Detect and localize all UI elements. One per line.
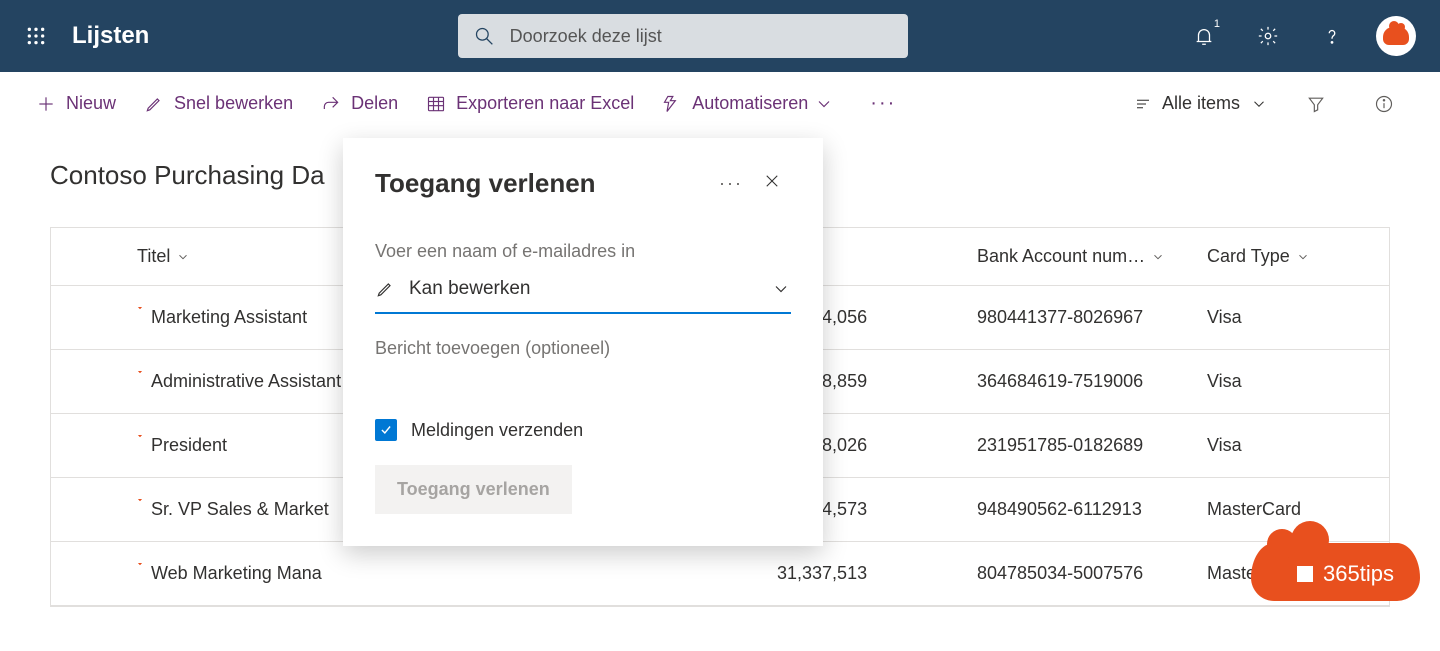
pencil-icon	[375, 279, 395, 299]
watermark-text: 365tips	[1323, 561, 1394, 587]
cell-ssn: 31,337,513	[761, 563, 961, 584]
view-selector[interactable]: Alle items	[1134, 93, 1268, 114]
new-button[interactable]: Nieuw	[36, 93, 116, 114]
close-icon	[763, 172, 781, 190]
cell-bank: 980441377-8026967	[961, 307, 1191, 328]
grant-access-dialog: Toegang verlenen ··· Voer een naam of e-…	[343, 138, 823, 546]
cell-bank: 948490562-6112913	[961, 499, 1191, 520]
notifications-button[interactable]: 1	[1176, 8, 1232, 64]
plus-icon	[36, 94, 56, 114]
cell-title: Marketing Assistant	[137, 307, 307, 328]
bell-icon	[1193, 25, 1215, 47]
search-input[interactable]	[510, 26, 892, 47]
pencil-icon	[144, 94, 164, 114]
new-label: Nieuw	[66, 93, 116, 114]
info-icon	[1374, 94, 1394, 114]
share-label: Delen	[351, 93, 398, 114]
more-commands[interactable]: ···	[862, 92, 904, 115]
permission-dropdown[interactable]: Kan bewerken	[375, 268, 791, 314]
notify-checkbox[interactable]	[375, 419, 397, 441]
dialog-header: Toegang verlenen ···	[375, 166, 791, 201]
view-label: Alle items	[1162, 93, 1240, 114]
grant-access-button[interactable]: Toegang verlenen	[375, 465, 572, 514]
dialog-close[interactable]	[753, 166, 791, 201]
avatar	[1376, 16, 1416, 56]
cell-card: Visa	[1191, 371, 1371, 392]
search-box[interactable]	[458, 14, 908, 58]
cell-card: Visa	[1191, 435, 1371, 456]
chevron-down-icon	[771, 279, 791, 299]
share-button[interactable]: Delen	[321, 93, 398, 114]
help-button[interactable]	[1304, 8, 1360, 64]
notify-checkbox-row[interactable]: Meldingen verzenden	[375, 419, 791, 441]
cell-title: Web Marketing Mana	[137, 563, 322, 584]
excel-icon	[426, 94, 446, 114]
app-launcher-icon[interactable]	[0, 0, 72, 72]
header-actions: 1	[1176, 8, 1440, 64]
notification-badge: 1	[1214, 18, 1220, 30]
chevron-down-icon	[1151, 250, 1165, 264]
cell-bank: 804785034-5007576	[961, 563, 1191, 584]
cell-bank: 364684619-7519006	[961, 371, 1191, 392]
cell-title: Administrative Assistant	[137, 371, 341, 392]
filter-icon	[1306, 94, 1326, 114]
gear-icon	[1257, 25, 1279, 47]
check-icon	[379, 423, 393, 437]
quick-edit-button[interactable]: Snel bewerken	[144, 93, 293, 114]
share-icon	[321, 94, 341, 114]
automate-button[interactable]: Automatiseren	[662, 93, 834, 114]
quick-edit-label: Snel bewerken	[174, 93, 293, 114]
command-bar: Nieuw Snel bewerken Delen Exporteren naa…	[0, 72, 1440, 136]
automate-label: Automatiseren	[692, 93, 808, 114]
flow-icon	[662, 94, 682, 114]
suite-header: Lijsten 1	[0, 0, 1440, 72]
notify-label: Meldingen verzenden	[411, 420, 583, 441]
chevron-down-icon	[1296, 250, 1310, 264]
table-row[interactable]: Web Marketing Mana 31,337,513 804785034-…	[51, 542, 1389, 606]
column-card[interactable]: Card Type	[1191, 246, 1371, 267]
chevron-down-icon	[1250, 95, 1268, 113]
settings-button[interactable]	[1240, 8, 1296, 64]
search-icon	[474, 26, 494, 46]
cell-bank: 231951785-0182689	[961, 435, 1191, 456]
office-icon	[1297, 566, 1313, 582]
chevron-down-icon	[814, 94, 834, 114]
cell-card: MasterCard	[1191, 499, 1371, 520]
dialog-title: Toegang verlenen	[375, 168, 709, 199]
message-placeholder[interactable]: Bericht toevoegen (optioneel)	[375, 338, 791, 359]
account-button[interactable]	[1368, 8, 1424, 64]
cell-title: Sr. VP Sales & Market	[137, 499, 329, 520]
export-excel-button[interactable]: Exporteren naar Excel	[426, 93, 634, 114]
question-icon	[1321, 25, 1343, 47]
people-input-placeholder[interactable]: Voer een naam of e-mailadres in	[375, 241, 791, 262]
column-bank[interactable]: Bank Account num…	[961, 246, 1191, 267]
filter-button[interactable]	[1296, 84, 1336, 124]
list-lines-icon	[1134, 95, 1152, 113]
export-label: Exporteren naar Excel	[456, 93, 634, 114]
app-name[interactable]: Lijsten	[72, 22, 149, 50]
search-container	[189, 14, 1176, 58]
cell-card: Visa	[1191, 307, 1371, 328]
cell-title: President	[137, 435, 227, 456]
info-button[interactable]	[1364, 84, 1404, 124]
dialog-more[interactable]: ···	[709, 167, 753, 200]
chevron-down-icon	[176, 250, 190, 264]
watermark-badge: 365tips	[1251, 543, 1420, 601]
permission-value: Kan bewerken	[409, 278, 757, 300]
